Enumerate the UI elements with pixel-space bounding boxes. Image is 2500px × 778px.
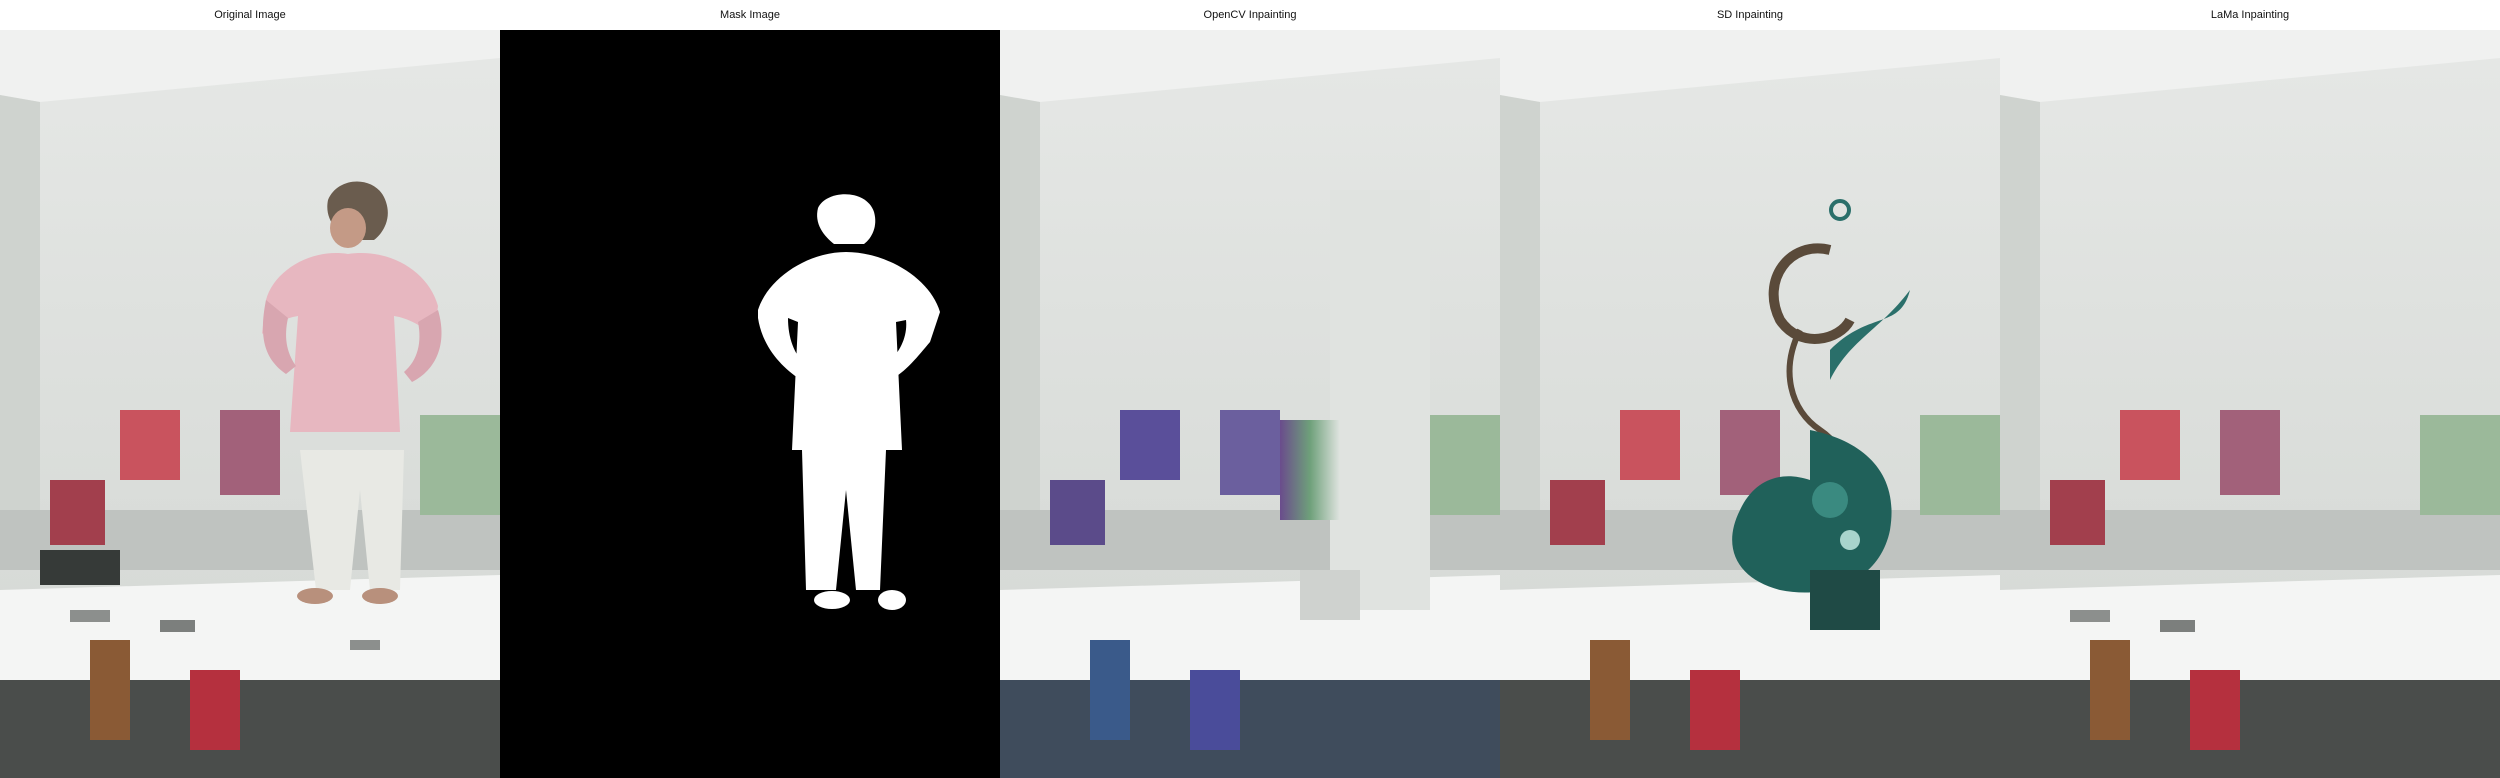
mask-background <box>500 30 1000 778</box>
panel-sd: SD Inpainting <box>1500 0 2000 778</box>
panel-title: LaMa Inpainting <box>2210 9 2290 21</box>
lama-inpainting-image <box>2000 30 2500 778</box>
panel-lama: LaMa Inpainting <box>2000 0 2500 778</box>
panel-title: Original Image <box>214 9 286 21</box>
studio-scene <box>0 30 500 778</box>
studio-scene <box>1500 30 2000 778</box>
panel-mask: Mask Image <box>500 0 1000 778</box>
mask-image <box>500 30 1000 778</box>
panel-title: SD Inpainting <box>1716 9 1784 21</box>
original-image <box>0 30 500 778</box>
opencv-inpainting-image <box>1000 30 1500 778</box>
sd-inpainting-image <box>1500 30 2000 778</box>
studio-scene <box>2000 30 2500 778</box>
panel-title: Mask Image <box>720 9 780 21</box>
panel-opencv: OpenCV Inpainting <box>1000 0 1500 778</box>
panel-original: Original Image <box>0 0 500 778</box>
comparison-grid: Original Image Mask Image OpenCV Inpaint… <box>0 0 2500 778</box>
panel-title: OpenCV Inpainting <box>1203 9 1297 21</box>
